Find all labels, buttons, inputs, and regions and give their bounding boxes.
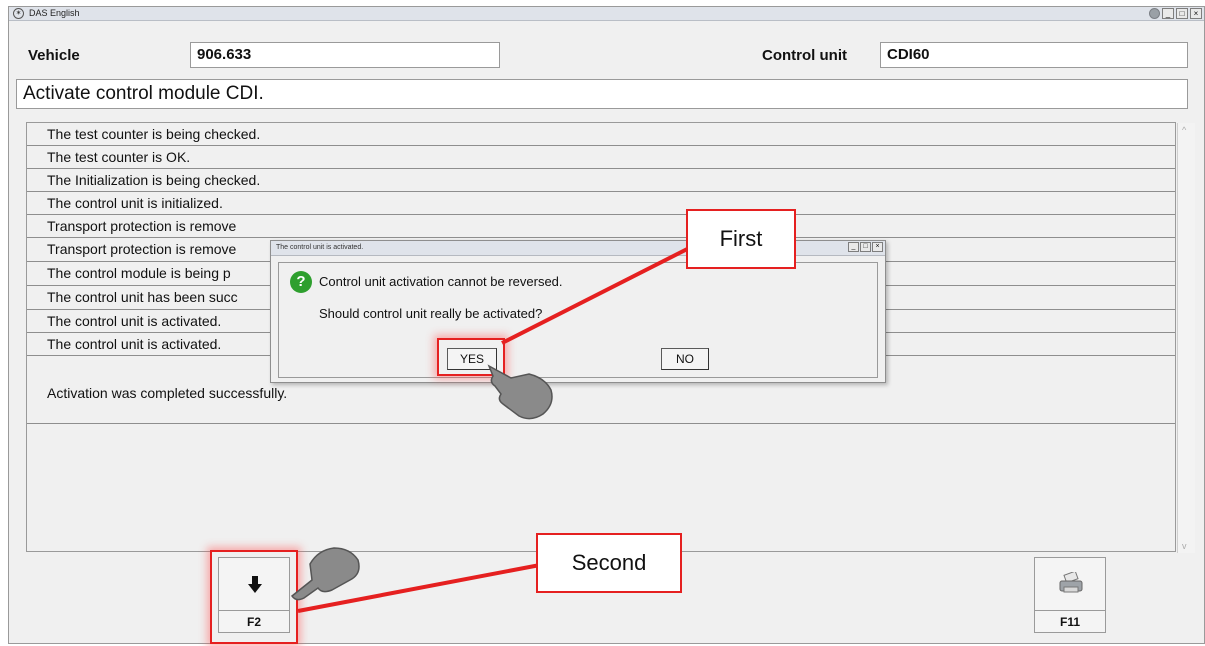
- dialog-controls: _ □ ×: [848, 242, 883, 252]
- second-callout: Second: [536, 533, 682, 593]
- dialog-body: ? Control unit activation cannot be reve…: [278, 262, 878, 378]
- f11-label: F11: [1035, 610, 1105, 632]
- maximize-button[interactable]: □: [1176, 8, 1188, 19]
- log-row: Transport protection is remove: [27, 215, 1175, 238]
- vehicle-label: Vehicle: [28, 47, 80, 64]
- instruction-text: Activate control module CDI.: [16, 79, 1188, 109]
- f2-button[interactable]: F2: [218, 557, 290, 633]
- f11-button[interactable]: F11: [1034, 557, 1106, 633]
- pointing-hand-icon: [487, 364, 553, 420]
- window-titlebar: ✶ DAS English _ □ ×: [9, 7, 1204, 21]
- dialog-title: The control unit is activated.: [276, 244, 364, 251]
- down-arrow-icon: [248, 576, 262, 593]
- control-unit-field: CDI60: [880, 42, 1188, 68]
- scroll-up-icon[interactable]: ^: [1182, 125, 1186, 135]
- window-controls: _ □ ×: [1149, 7, 1202, 20]
- log-row: The Initialization is being checked.: [27, 169, 1175, 192]
- dialog-maximize-button[interactable]: □: [860, 242, 871, 252]
- log-row: The test counter is being checked.: [27, 123, 1175, 146]
- log-row: The test counter is OK.: [27, 146, 1175, 169]
- dialog-message-1: Control unit activation cannot be revers…: [319, 274, 563, 289]
- close-button[interactable]: ×: [1190, 8, 1202, 19]
- no-button[interactable]: NO: [661, 348, 709, 370]
- control-unit-label: Control unit: [762, 47, 847, 64]
- log-scrollbar[interactable]: ^ v: [1177, 123, 1195, 553]
- globe-icon[interactable]: [1149, 8, 1160, 19]
- question-icon: ?: [290, 271, 312, 293]
- window-title: DAS English: [29, 8, 80, 18]
- pointing-hand-icon: [290, 547, 360, 601]
- mercedes-logo-icon: ✶: [13, 8, 24, 19]
- minimize-button[interactable]: _: [1162, 8, 1174, 19]
- first-callout: First: [686, 209, 796, 269]
- vehicle-field: 906.633: [190, 42, 500, 68]
- dialog-message-2: Should control unit really be activated?: [319, 306, 543, 321]
- f2-label: F2: [219, 610, 289, 632]
- scroll-down-icon[interactable]: v: [1182, 541, 1187, 551]
- printer-icon: [1059, 572, 1083, 593]
- dialog-close-button[interactable]: ×: [872, 242, 883, 252]
- dialog-minimize-button[interactable]: _: [848, 242, 859, 252]
- log-row: The control unit is initialized.: [27, 192, 1175, 215]
